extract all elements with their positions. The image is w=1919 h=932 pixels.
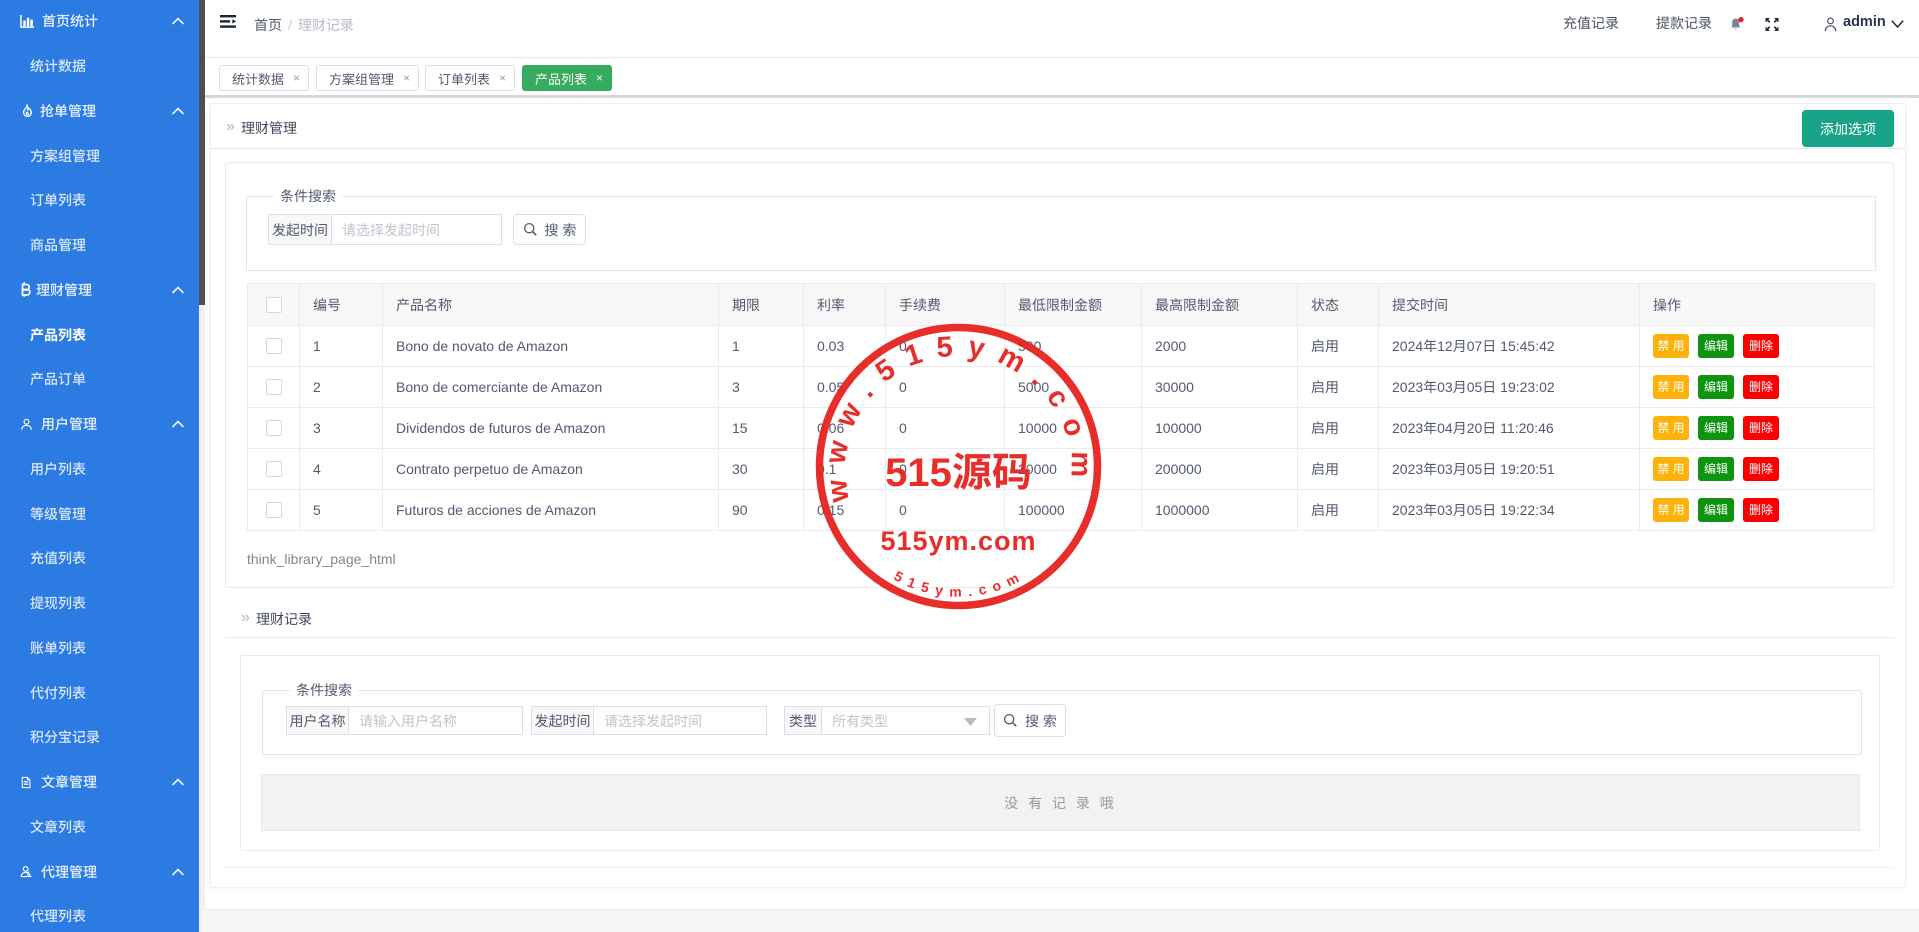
svg-text:515ym.com: 515ym.com	[880, 526, 1036, 556]
svg-text:515源码: 515源码	[885, 440, 1032, 498]
